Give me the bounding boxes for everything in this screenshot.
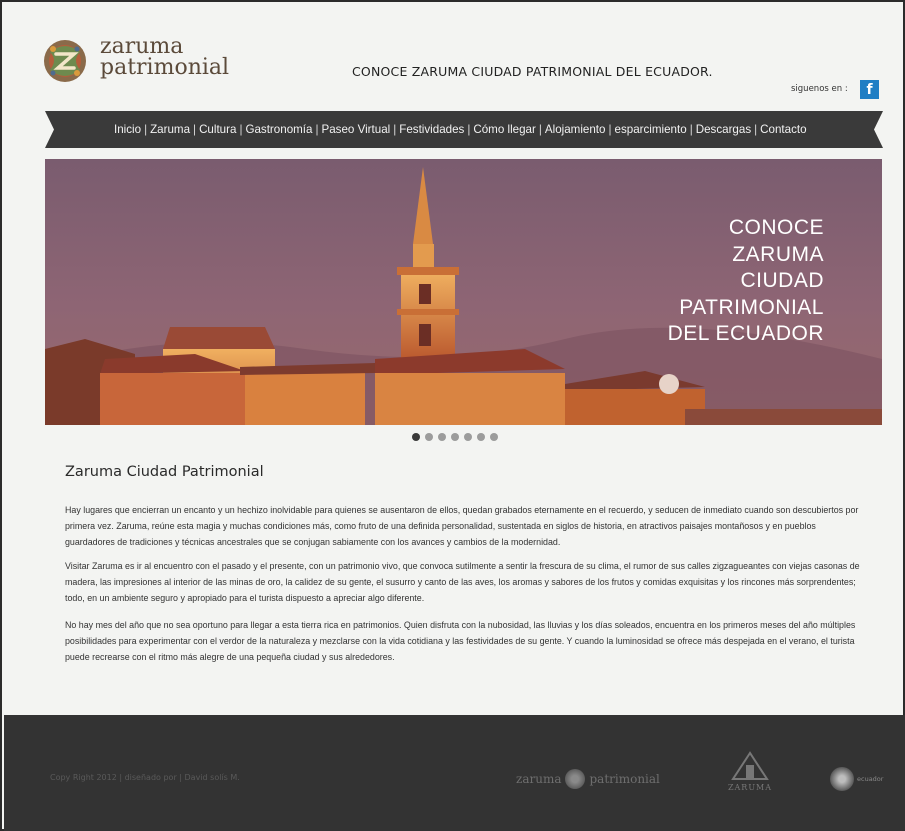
site-footer: Copy Right 2012 | diseñado por | David s… [4,715,905,831]
nav-separator: | [754,123,758,136]
nav-item-1[interactable]: Zaruma [150,123,190,136]
page-title: Zaruma Ciudad Patrimonial [65,464,264,480]
nav-separator: | [608,123,612,136]
nav-separator: | [538,123,542,136]
main-navigation: Inicio | Zaruma | Cultura | Gastronomía | Paseo … [45,111,883,148]
logo-line-2: patrimonial [100,55,230,80]
church-emblem-icon [731,751,769,780]
logo-ornament-icon [44,40,86,82]
copyright-text: Copy Right 2012 | diseñado por | David s… [50,773,240,782]
logo-ornament-icon [565,769,586,789]
site-logo[interactable]: zaruma patrimonial [42,34,262,86]
hero-line: ZARUMA [732,242,824,266]
nav-item-6[interactable]: Cómo llegar [473,123,536,136]
hero-line: DEL ECUADOR [667,322,824,345]
nav-separator: | [467,123,471,136]
hero-line: CONOCE [728,216,824,239]
page-frame: zaruma patrimonial CONOCE ZARUMA CIUDAD … [0,0,905,831]
hero-caption: CONOCE ZARUMA CIUDAD PATRIMONIAL DEL ECU… [668,215,824,348]
facebook-icon[interactable]: f [860,80,879,99]
content-paragraph: Hay lugares que encierran un encanto y u… [65,505,859,547]
hero-line: PATRIMONIAL [679,295,824,319]
slider-dot-7[interactable] [490,433,498,441]
slider-dot-4[interactable] [451,433,459,441]
slider-pagination [412,433,498,441]
slider-dot-6[interactable] [477,433,485,441]
nav-item-8[interactable]: esparcimiento [615,123,687,136]
nav-item-9[interactable]: Descargas [696,123,751,136]
ecuador-label: ecuador [857,775,884,783]
footer-zaruma-logo[interactable]: zaruma patrimonial [516,769,660,789]
content-paragraph: No hay mes del año que no sea oportuno p… [65,620,856,662]
nav-separator: | [193,123,197,136]
slider-dot-3[interactable] [438,433,446,441]
nav-item-2[interactable]: Cultura [199,123,236,136]
nav-item-4[interactable]: Paseo Virtual [321,123,390,136]
logo-text: zaruma patrimonial [100,34,230,80]
site-tagline: CONOCE ZARUMA CIUDAD PATRIMONIAL DEL ECU… [352,64,713,79]
logo-line-1: zaruma [100,34,184,59]
nav-item-5[interactable]: Festividades [399,123,464,136]
slider-dot-5[interactable] [464,433,472,441]
nav-item-3[interactable]: Gastronomía [245,123,312,136]
follow-label: siguenos en : [791,84,848,94]
nav-separator: | [689,123,693,136]
nav-item-0[interactable]: Inicio [114,123,141,136]
nav-separator: | [315,123,319,136]
nav-separator: | [144,123,148,136]
badge-label: ZARUMA [727,783,773,792]
nav-separator: | [239,123,243,136]
footer-logo-right: patrimonial [589,772,660,786]
hero-line: CIUDAD [740,269,824,292]
nav-menu: Inicio | Zaruma | Cultura | Gastronomía | Paseo … [114,111,807,148]
footer-logo-left: zaruma [516,772,562,786]
nav-separator: | [393,123,397,136]
hero-slider[interactable]: CONOCE ZARUMA CIUDAD PATRIMONIAL DEL ECU… [45,159,882,425]
slider-dot-1[interactable] [412,433,420,441]
slider-dot-2[interactable] [425,433,433,441]
ecuador-emblem-icon [830,767,854,791]
nav-item-7[interactable]: Alojamiento [545,123,606,136]
nav-item-10[interactable]: Contacto [760,123,806,136]
content-paragraph: Visitar Zaruma es ir al encuentro con el… [65,561,860,603]
ecuador-logo[interactable]: ecuador [830,767,883,791]
zaruma-heritage-badge[interactable]: ZARUMA [721,751,779,807]
